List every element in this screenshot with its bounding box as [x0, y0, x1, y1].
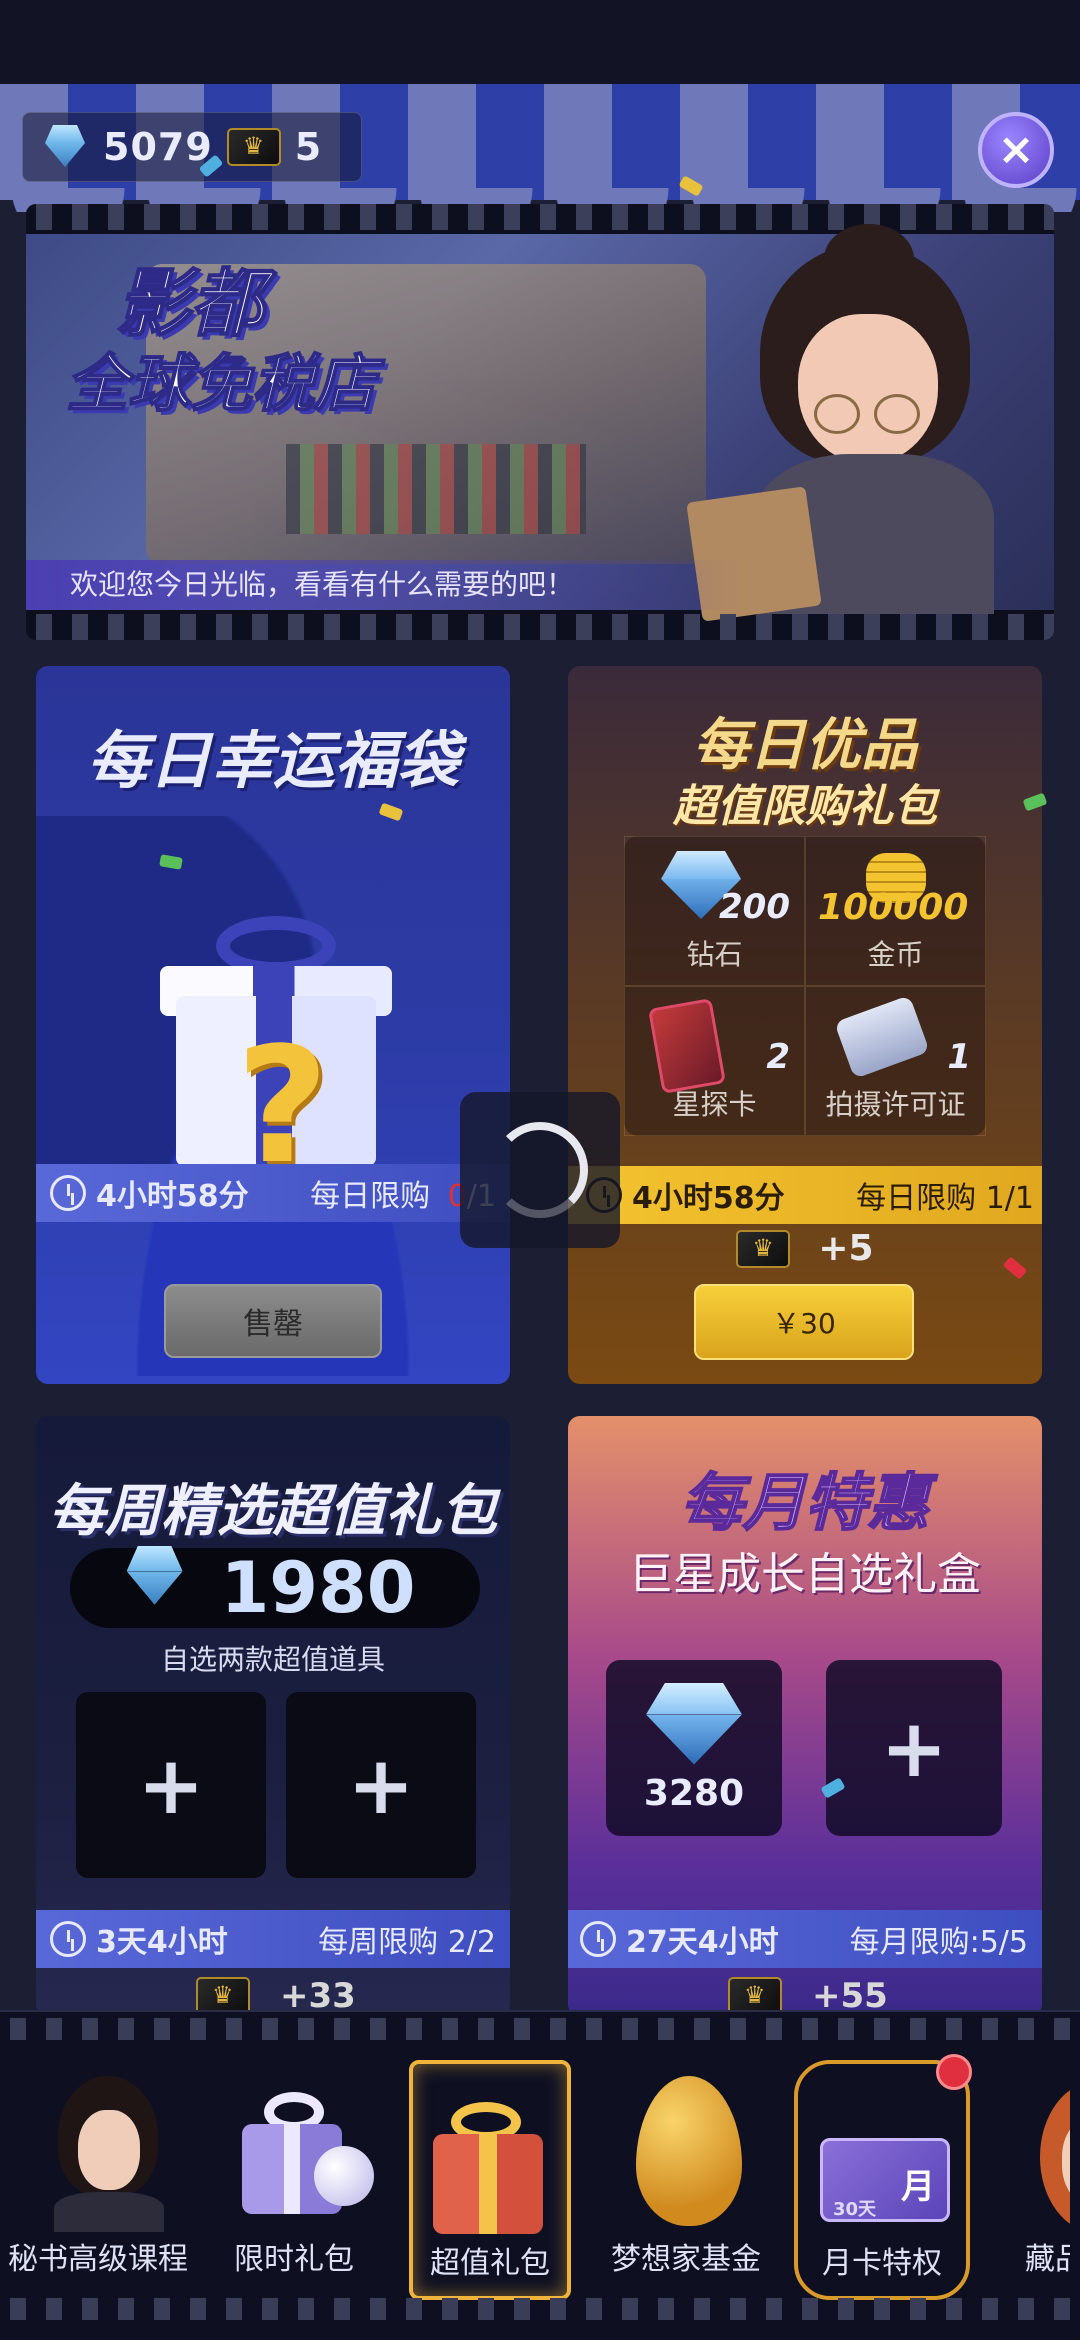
banner-art: 影都 全球免税店 欢迎您今日光临，看看有什么需要的吧！	[26, 224, 1054, 622]
film-strip-bottom	[0, 2298, 1080, 2320]
timer-text: 3天4小时	[96, 1925, 228, 1960]
reward-gold: 100000 金币	[805, 836, 986, 986]
clock-icon	[50, 1175, 86, 1211]
permit-scroll-icon	[834, 995, 930, 1079]
loading-overlay	[460, 1092, 620, 1248]
red-gift-icon	[421, 2088, 561, 2238]
weekly-pack-card[interactable]: 每周精选超值礼包 1980 自选两款超值道具 + + 3天4小时 每周限购 2/…	[36, 1416, 510, 2016]
clock-icon	[580, 1921, 616, 1957]
timer-bar: 27天4小时 每月限购:5/5	[568, 1910, 1042, 1968]
banner-title: 影都 全球免税店	[65, 261, 486, 422]
ticket-count: 5	[294, 125, 323, 169]
purchase-limit: 每周限购 2/2	[318, 1925, 496, 1960]
nav-item-dreamer-fund[interactable]: 梦想家基金	[588, 2052, 784, 2292]
shop-banner: 影都 全球免税店 欢迎您今日光临，看看有什么需要的吧！	[26, 204, 1054, 640]
mystery-gift-icon: ?	[136, 916, 416, 1186]
close-button[interactable]: ×	[978, 112, 1054, 188]
nav-item-value-pack[interactable]: 超值礼包	[409, 2060, 571, 2300]
sold-out-button[interactable]: 售罄	[164, 1284, 382, 1358]
currency-panel: 5079 5	[22, 112, 362, 182]
nav-item-secretary-course[interactable]: 秘书高级课程	[0, 2052, 196, 2292]
card-subtitle: 巨星成长自选礼盒	[629, 1549, 981, 1600]
ticket-bonus: +5	[568, 1228, 1042, 1269]
film-strip-top	[0, 2018, 1080, 2040]
diamond-option-slot[interactable]: 3280	[606, 1660, 782, 1836]
nav-item-month-card[interactable]: 月 30天 月卡特权	[794, 2054, 972, 2300]
collection-character-icon	[1010, 2076, 1070, 2232]
scout-card-icon	[648, 998, 726, 1094]
daily-premium-pack-card[interactable]: 每日优品 超值限购礼包 200 钻石 100000 金币 2 星探卡 1 拍摄许…	[568, 666, 1042, 1384]
reward-grid: 200 钻石 100000 金币 2 星探卡 1 拍摄许可证	[624, 836, 986, 1136]
gift-box-icon	[224, 2076, 374, 2226]
card-subtitle: 超值限购礼包	[673, 781, 937, 832]
reward-scout-card: 2 星探卡	[624, 986, 805, 1136]
monthly-pack-card[interactable]: 每月特惠 巨星成长自选礼盒 3280 + 27天4小时 每月限购:5/5	[568, 1416, 1042, 2016]
diamond-icon	[121, 1546, 219, 1630]
golden-egg-icon	[616, 2076, 756, 2226]
diamond-icon	[646, 1683, 742, 1767]
diamond-price: 1980	[70, 1546, 480, 1630]
reward-film-permit: 1 拍摄许可证	[805, 986, 986, 1136]
shop-clerk-character	[686, 224, 1014, 622]
nav-items: 秘书高级课程 限时礼包 超值礼包 梦想家基金 月 30天 月卡特权 藏	[0, 2052, 1080, 2300]
card-title: 每月特惠	[680, 1465, 930, 1540]
secretary-avatar-icon	[38, 2076, 178, 2232]
banner-title-line2: 全球免税店	[65, 346, 377, 421]
timer-bar: 4小时58分 每日限购 0/1	[36, 1164, 510, 1222]
ticket-icon	[736, 1229, 791, 1268]
timer-text: 4小时58分	[632, 1181, 785, 1216]
select-item-slot[interactable]: +	[826, 1660, 1002, 1836]
diamond-icon	[41, 125, 89, 169]
film-strip-top	[26, 204, 1054, 230]
card-title: 每日幸运福袋	[86, 724, 459, 797]
welcome-ribbon: 欢迎您今日光临，看看有什么需要的吧！	[26, 560, 746, 610]
timer-bar: 3天4小时 每周限购 2/2	[36, 1910, 510, 1968]
ticket-icon	[226, 128, 281, 166]
nav-item-limited-gift[interactable]: 限时礼包	[196, 2052, 392, 2292]
notification-badge	[936, 2054, 972, 2090]
nav-item-collection[interactable]: 藏品	[980, 2052, 1070, 2292]
bottom-nav: 秘书高级课程 限时礼包 超值礼包 梦想家基金 月 30天 月卡特权 藏	[0, 2010, 1080, 2340]
reward-diamond: 200 钻石	[624, 836, 805, 986]
film-strip-bottom	[26, 614, 1054, 640]
card-title: 每日优品	[693, 713, 917, 778]
timer-bar: 4小时58分 每日限购 1/1	[568, 1166, 1042, 1224]
banner-title-line1: 影都	[115, 261, 265, 347]
timer-text: 4小时58分	[96, 1179, 249, 1214]
loading-spinner-icon	[492, 1122, 588, 1218]
card-title: 每周精选超值礼包	[49, 1479, 497, 1544]
purchase-limit: 每月限购:5/5	[849, 1925, 1028, 1960]
buy-button[interactable]: ￥30	[694, 1284, 914, 1360]
welcome-text: 欢迎您今日光临，看看有什么需要的吧！	[70, 568, 575, 601]
purchase-limit: 每日限购 1/1	[856, 1181, 1034, 1216]
select-item-slot-2[interactable]: +	[286, 1692, 476, 1878]
close-icon: ×	[997, 124, 1035, 175]
daily-lucky-bag-card[interactable]: 每日幸运福袋 ? 4小时58分 每日限购 0/1 售罄	[36, 666, 510, 1384]
month-card-icon: 月 30天	[814, 2088, 954, 2238]
top-status-strip	[0, 0, 1080, 84]
diamond-count: 5079	[103, 125, 213, 169]
select-item-slot-1[interactable]: +	[76, 1692, 266, 1878]
card-subtitle: 自选两款超值道具	[160, 1643, 385, 1676]
timer-text: 27天4小时	[626, 1925, 779, 1960]
clock-icon	[50, 1921, 86, 1957]
